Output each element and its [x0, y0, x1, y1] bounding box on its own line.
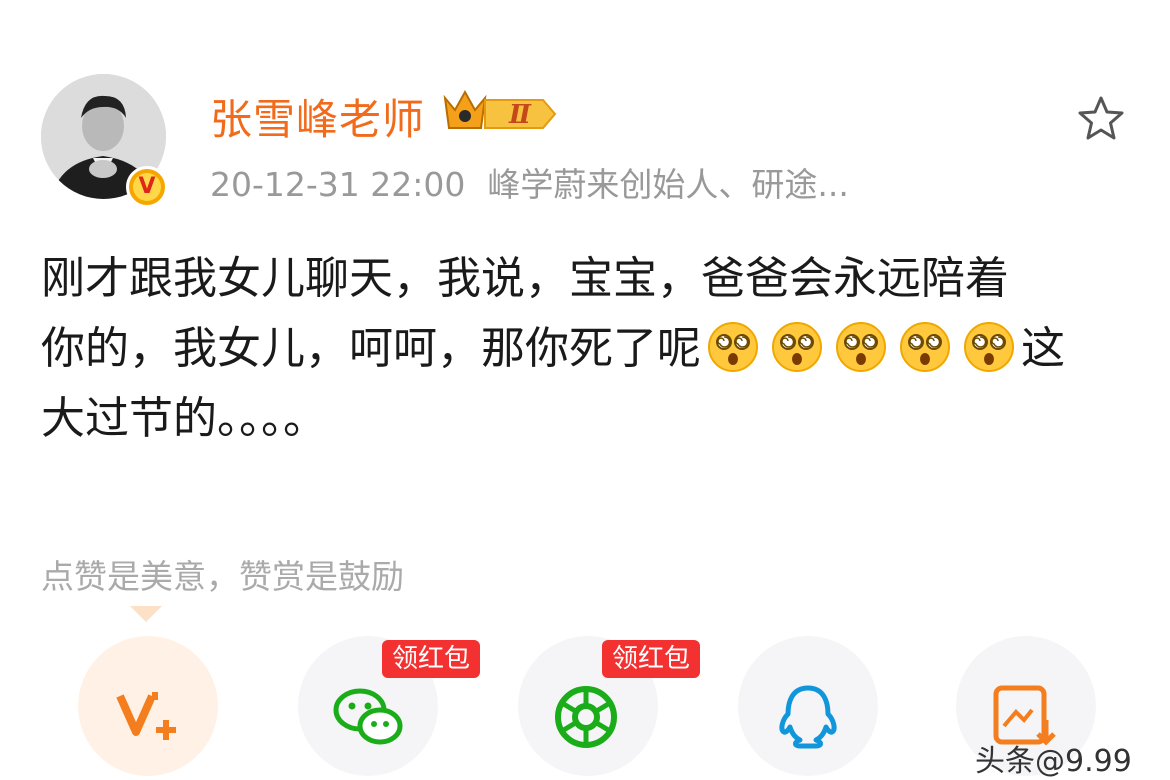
moments-icon: [550, 684, 626, 754]
tip-caret: [130, 606, 162, 622]
wechat-icon: [330, 684, 406, 754]
content-line: 大过节的。。。。: [41, 393, 327, 444]
dizzy-face-emoji: [707, 321, 759, 373]
dizzy-face-emoji: [771, 321, 823, 373]
svg-text:Ⅱ: Ⅱ: [508, 100, 532, 130]
dizzy-face-emoji: [899, 321, 951, 373]
author-name[interactable]: 张雪峰老师: [210, 86, 425, 147]
vplus-share-button[interactable]: [78, 636, 218, 776]
author-bio: 峰学蔚来创始人、研途...: [487, 165, 849, 204]
verified-badge: V: [126, 166, 168, 208]
vplus-icon: [110, 684, 186, 748]
dizzy-face-emoji: [963, 321, 1015, 373]
red-packet-badge: 领红包: [382, 640, 481, 678]
member-crown-badge[interactable]: Ⅱ: [441, 88, 557, 138]
content-line: 刚才跟我女儿聊天，我说，宝宝，爸爸会永远陪着: [41, 253, 1009, 304]
post-content: 刚才跟我女儿聊天，我说，宝宝，爸爸会永远陪着 你的，我女儿，呵呵，那你死了呢这 …: [41, 244, 1141, 454]
post-time: 20-12-31 22:00: [210, 165, 466, 204]
qq-share-button[interactable]: [738, 636, 878, 776]
watermark: 头条@9.99: [975, 744, 1132, 779]
content-line: 你的，我女儿，呵呵，那你死了呢这: [41, 321, 1065, 374]
post-meta: 20-12-31 22:00 峰学蔚来创始人、研途...: [210, 158, 849, 206]
red-packet-badge: 领红包: [602, 640, 701, 678]
reward-tip: 点赞是美意，赞赏是鼓励: [41, 557, 404, 596]
dizzy-face-emoji: [835, 321, 887, 373]
star-icon[interactable]: [1076, 94, 1126, 148]
qq-icon: [770, 684, 846, 754]
